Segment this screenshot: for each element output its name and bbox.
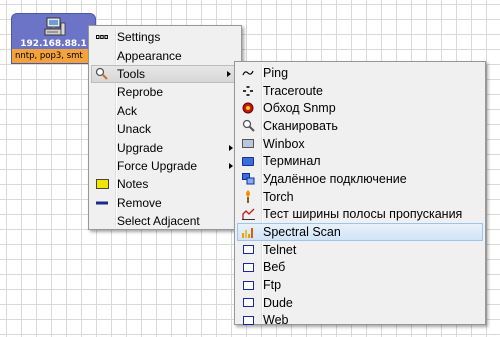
tool-item-label: Тест ширины полосы пропускания <box>263 207 463 222</box>
submenu-arrow-icon <box>229 144 233 151</box>
menu-item-label: Upgrade <box>117 140 164 155</box>
tool-item-bandwidth-test[interactable]: Тест ширины полосы пропускания <box>235 206 485 224</box>
tool-item-ftp[interactable]: Ftp <box>235 276 485 294</box>
ping-icon <box>241 66 255 80</box>
menu-item-ack[interactable]: Ack <box>89 102 241 120</box>
tool-item-label: Winbox <box>263 136 305 151</box>
tool-item-label: Ftp <box>263 278 282 293</box>
winbox-icon <box>241 137 255 151</box>
bandwidth-icon <box>241 207 255 221</box>
computer-icon <box>44 17 66 37</box>
menu-item-remove[interactable]: Remove <box>89 194 241 212</box>
menu-item-label: Tools <box>117 66 146 81</box>
tool-item-terminal[interactable]: Терминал <box>235 152 485 170</box>
window-icon <box>241 278 255 292</box>
dots-icon <box>95 30 109 44</box>
tool-item-label: Traceroute <box>263 83 323 98</box>
menu-item-label: Settings <box>117 30 161 45</box>
tool-item-snmp[interactable]: Обход Snmp <box>235 99 485 117</box>
menu-item-label: Notes <box>117 177 149 192</box>
tool-item-label: Dude <box>263 295 293 310</box>
minus-icon <box>95 196 109 210</box>
note-icon <box>95 177 109 191</box>
tool-item-ping[interactable]: Ping <box>235 64 485 82</box>
window-icon <box>241 296 255 310</box>
tool-item-label: Сканировать <box>263 118 338 133</box>
tools-submenu: Ping Traceroute Обход Snmp Сканировать W… <box>234 61 486 327</box>
tool-item-label: Терминал <box>263 154 321 169</box>
tool-item-label: Ping <box>263 65 289 80</box>
tool-item-spectral-scan[interactable]: Spectral Scan <box>237 223 483 241</box>
menu-item-upgrade[interactable]: Upgrade <box>89 138 241 156</box>
torch-icon <box>241 190 255 204</box>
menu-item-tools[interactable]: Tools <box>91 64 239 84</box>
tool-item-label: Веб <box>263 260 286 275</box>
menu-item-reprobe[interactable]: Reprobe <box>89 83 241 101</box>
spectral-icon <box>241 225 255 239</box>
tool-item-dude[interactable]: Dude <box>235 294 485 312</box>
menu-item-appearance[interactable]: Appearance <box>89 46 241 64</box>
magnifier-icon <box>95 67 109 81</box>
tool-item-label: Torch <box>263 189 294 204</box>
tool-item-web[interactable]: Web <box>235 312 485 330</box>
submenu-arrow-icon <box>229 162 233 169</box>
menu-item-settings[interactable]: Settings <box>89 28 241 46</box>
context-menu: Settings Appearance Tools Reprobe Ack Un… <box>88 25 242 230</box>
menu-item-force-upgrade[interactable]: Force Upgrade <box>89 157 241 175</box>
tool-item-label: Web <box>263 313 289 328</box>
menu-item-notes[interactable]: Notes <box>89 175 241 193</box>
tool-item-telnet[interactable]: Telnet <box>235 241 485 259</box>
remote-icon <box>241 172 255 186</box>
window-icon <box>241 313 255 327</box>
menu-item-label: Remove <box>117 195 162 210</box>
tool-item-label: Обход Snmp <box>263 101 336 116</box>
menu-item-label: Select Adjacent <box>117 214 200 229</box>
tool-item-torch[interactable]: Torch <box>235 188 485 206</box>
tool-item-winbox[interactable]: Winbox <box>235 135 485 153</box>
device-ip: 192.168.88.1 <box>20 39 87 49</box>
device-node[interactable]: 192.168.88.1 nntp, pop3, smt <box>11 13 96 64</box>
menu-item-select-adjacent[interactable]: Select Adjacent <box>89 212 241 230</box>
menu-item-label: Appearance <box>117 48 182 63</box>
window-icon <box>241 243 255 257</box>
submenu-arrow-icon <box>227 70 231 77</box>
tool-item-web-ru[interactable]: Веб <box>235 259 485 277</box>
menu-item-label: Reprobe <box>117 85 164 100</box>
scan-icon <box>241 119 255 133</box>
tool-item-scan[interactable]: Сканировать <box>235 117 485 135</box>
tool-item-label: Spectral Scan <box>263 225 341 240</box>
tool-item-remote[interactable]: Удалённое подключение <box>235 170 485 188</box>
terminal-icon <box>241 154 255 168</box>
tool-item-traceroute[interactable]: Traceroute <box>235 82 485 100</box>
tool-item-label: Telnet <box>263 242 297 257</box>
menu-item-unack[interactable]: Unack <box>89 120 241 138</box>
menu-item-label: Ack <box>117 103 138 118</box>
device-services: nntp, pop3, smt <box>12 49 95 63</box>
tool-item-label: Удалённое подключение <box>263 171 407 186</box>
traceroute-icon <box>241 84 255 98</box>
menu-item-label: Unack <box>117 122 152 137</box>
window-icon <box>241 260 255 274</box>
menu-item-label: Force Upgrade <box>117 158 198 173</box>
snmp-icon <box>241 101 255 115</box>
